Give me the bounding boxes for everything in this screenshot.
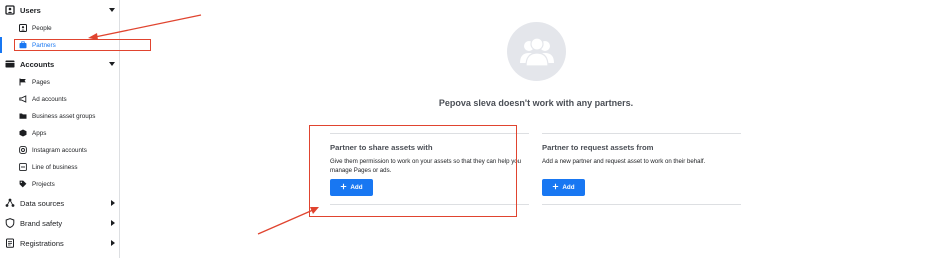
- accounts-icon: [5, 59, 15, 69]
- instagram-icon: [19, 146, 27, 154]
- sidebar-item-label: Ad accounts: [32, 95, 67, 103]
- link-icon: [19, 163, 27, 171]
- sidebar-section-data-sources[interactable]: Data sources: [0, 194, 120, 212]
- tag-icon: [19, 180, 27, 188]
- sidebar-item-label: People: [32, 24, 52, 32]
- sidebar-item-label: Instagram accounts: [32, 146, 87, 154]
- person-icon: [19, 24, 27, 32]
- shield-icon: [5, 218, 15, 228]
- folder-icon: [19, 112, 27, 120]
- sidebar-item-projects[interactable]: Projects: [0, 176, 120, 192]
- sidebar-item-line-of-business[interactable]: Line of business: [0, 159, 120, 175]
- sidebar-item-label: Projects: [32, 180, 55, 188]
- divider: [542, 204, 741, 205]
- add-button-label: Add: [562, 184, 575, 191]
- sidebar-item-label: Apps: [32, 129, 47, 137]
- users-icon: [5, 5, 15, 15]
- chevron-down-icon: [109, 8, 115, 12]
- add-request-partner-button[interactable]: Add: [542, 179, 585, 196]
- partners-avatar-icon: [507, 22, 566, 81]
- sidebar-section-label: Brand safety: [20, 218, 63, 228]
- sidebar-section-label: Accounts: [20, 59, 55, 69]
- sidebar-item-pages[interactable]: Pages: [0, 74, 120, 90]
- sidebar-item-ad-accounts[interactable]: Ad accounts: [0, 91, 120, 107]
- sidebar-item-instagram-accounts[interactable]: Instagram accounts: [0, 142, 120, 158]
- sidebar-item-label: Business asset groups: [32, 112, 96, 120]
- chevron-right-icon: [111, 240, 115, 246]
- request-assets-description: Add a new partner and request asset to w…: [542, 158, 706, 165]
- sidebar-section-accounts[interactable]: Accounts: [0, 55, 120, 73]
- registrations-icon: [5, 238, 15, 248]
- chevron-right-icon: [111, 200, 115, 206]
- annotation-box-share-panel: [309, 125, 517, 217]
- empty-state-title: Pepova sleva doesn't work with any partn…: [438, 98, 634, 108]
- sidebar-section-users[interactable]: Users: [0, 1, 120, 19]
- sidebar-item-business-asset-groups[interactable]: Business asset groups: [0, 108, 120, 124]
- sidebar-item-apps[interactable]: Apps: [0, 125, 120, 141]
- plus-icon: [552, 183, 559, 192]
- sidebar-section-label: Data sources: [20, 198, 65, 208]
- sidebar-section-brand-safety[interactable]: Brand safety: [0, 214, 120, 232]
- sidebar-section-label: Registrations: [20, 238, 64, 248]
- annotation-box-partners: [14, 39, 151, 51]
- sidebar-item-label: Pages: [32, 78, 50, 86]
- chevron-down-icon: [109, 62, 115, 66]
- cube-icon: [19, 129, 27, 137]
- request-assets-title: Partner to request assets from: [542, 143, 654, 152]
- data-sources-icon: [5, 198, 15, 208]
- megaphone-icon: [19, 95, 27, 103]
- chevron-right-icon: [111, 220, 115, 226]
- sidebar-item-label: Line of business: [32, 163, 78, 171]
- sidebar-item-people[interactable]: People: [0, 20, 120, 36]
- sidebar-section-registrations[interactable]: Registrations: [0, 234, 120, 252]
- flag-icon: [19, 78, 27, 86]
- sidebar-section-label: Users: [20, 5, 41, 15]
- request-assets-panel: Partner to request assets from Add a new…: [542, 133, 741, 205]
